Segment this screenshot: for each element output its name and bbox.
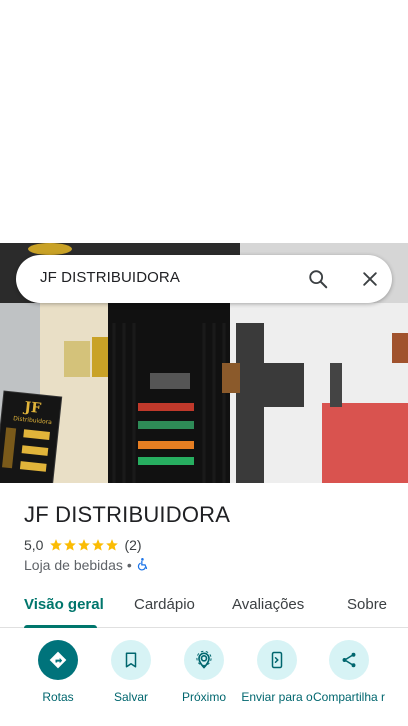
directions-icon [38, 640, 78, 680]
search-query-text[interactable]: JF DISTRIBUIDORA [40, 269, 180, 286]
tab-bar: Visão geral Cardápio Avaliações Sobre [0, 584, 408, 628]
star-rating [49, 538, 119, 552]
share-icon [329, 640, 369, 680]
close-icon[interactable] [354, 263, 386, 295]
nearby-icon [184, 640, 224, 680]
search-bar[interactable]: JF DISTRIBUIDORA [16, 255, 392, 303]
rating-row[interactable]: 5,0 (2) [24, 536, 142, 554]
category-label: Loja de bebidas [24, 557, 123, 573]
accessibility-icon [136, 557, 150, 574]
star-icon [50, 539, 63, 551]
save-label: Salvar [113, 690, 148, 704]
search-icon[interactable] [302, 263, 334, 295]
star-icon [78, 539, 91, 551]
tab-overview[interactable]: Visão geral [24, 596, 104, 613]
send-to-phone-icon [257, 640, 297, 680]
tab-menu[interactable]: Cardápio [134, 596, 195, 613]
tab-reviews[interactable]: Avaliações [232, 596, 304, 613]
star-icon [92, 539, 105, 551]
nearby-button[interactable]: Próximo [164, 640, 244, 704]
map-blank-area [0, 0, 408, 243]
bookmark-icon [111, 640, 151, 680]
active-tab-indicator [24, 625, 97, 628]
nearby-label: Próximo [181, 690, 226, 704]
star-icon [64, 539, 77, 551]
category-row: Loja de bebidas • [24, 556, 150, 574]
share-label: Compartilha r [312, 690, 386, 704]
directions-label: Rotas [42, 690, 74, 704]
save-button[interactable]: Salvar [91, 640, 171, 704]
directions-button[interactable]: Rotas [18, 640, 98, 704]
rating-value: 5,0 [24, 537, 44, 553]
place-title: JF DISTRIBUIDORA [24, 502, 231, 527]
share-button[interactable]: Compartilha r [309, 640, 389, 704]
send-to-phone-button[interactable]: Enviar para o [237, 640, 317, 704]
action-bar: Rotas Salvar Próximo Enviar para o Compa… [0, 640, 408, 726]
sign-logo-text: JF [22, 399, 42, 417]
tab-about[interactable]: Sobre [347, 596, 387, 613]
send-to-phone-label: Enviar para o [241, 690, 313, 704]
star-icon [106, 539, 119, 551]
review-count[interactable]: (2) [124, 537, 141, 553]
separator-dot: • [126, 557, 132, 573]
